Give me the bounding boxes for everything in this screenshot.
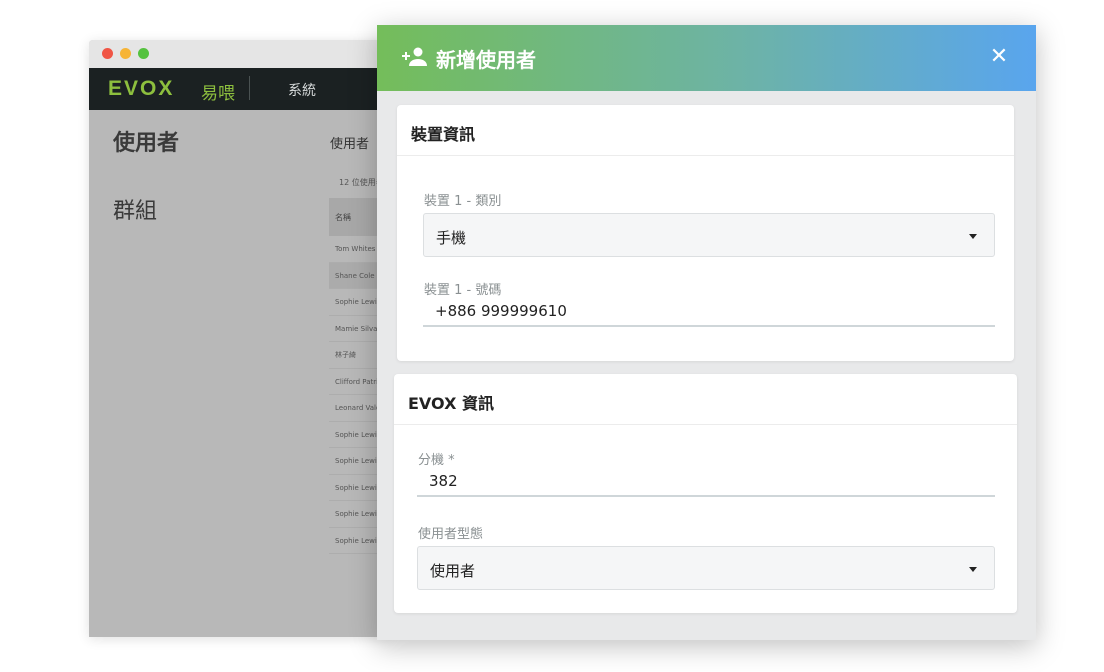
chevron-down-icon [969, 234, 977, 239]
nav-divider [249, 76, 250, 100]
maximize-window-button[interactable] [138, 48, 149, 59]
logo-subtitle: 易喂 [201, 84, 235, 104]
extension-field[interactable]: 382 [417, 471, 995, 497]
evox-info-card: EVOX 資訊 分機 * 382 使用者型態 使用者 [394, 374, 1017, 613]
dialog-title: 新增使用者 [436, 48, 536, 72]
minimize-window-button[interactable] [120, 48, 131, 59]
add-user-dialog: 新增使用者 ✕ 裝置資訊 裝置 1 - 類別 手機 裝置 1 - 號碼 +886… [377, 25, 1036, 640]
device-section-title: 裝置資訊 [411, 125, 476, 144]
chevron-down-icon [969, 567, 977, 572]
dialog-header: 新增使用者 ✕ [377, 25, 1036, 91]
evox-logo[interactable]: EVOX [108, 77, 174, 101]
user-type-value: 使用者 [430, 562, 476, 580]
window-titlebar [89, 40, 389, 68]
sidebar-item-users[interactable]: 使用者 [113, 125, 179, 157]
device-number-label: 裝置 1 - 號碼 [424, 283, 502, 298]
device-type-value: 手機 [436, 229, 467, 247]
evox-section-title: EVOX 資訊 [408, 394, 494, 413]
page-title: 使用者 [330, 137, 370, 152]
divider [394, 424, 1017, 425]
extension-value: 382 [429, 472, 458, 490]
add-user-icon [402, 47, 427, 66]
extension-label: 分機 * [418, 453, 455, 468]
device-number-value: +886 999999610 [435, 302, 567, 320]
device-info-card: 裝置資訊 裝置 1 - 類別 手機 裝置 1 - 號碼 +886 9999996… [397, 105, 1014, 361]
nav-item-system[interactable]: 系統 [288, 80, 316, 100]
app-body: 使用者 群組 使用者 12 位使用者 名稱 Tom Whites Shane C… [89, 110, 389, 637]
top-navbar: EVOX 易喂 系統 [89, 68, 389, 110]
stage: EVOX 易喂 系統 使用者 群組 使用者 12 位使用者 名稱 Tom Whi… [0, 0, 1104, 672]
device-type-label: 裝置 1 - 類別 [424, 194, 502, 209]
user-type-label: 使用者型態 [418, 527, 484, 542]
column-header-name[interactable]: 名稱 [335, 212, 351, 223]
close-icon[interactable]: ✕ [984, 42, 1014, 72]
sidebar-item-groups[interactable]: 群組 [113, 193, 157, 225]
close-window-button[interactable] [102, 48, 113, 59]
background-app-window: EVOX 易喂 系統 使用者 群組 使用者 12 位使用者 名稱 Tom Whi… [89, 40, 389, 637]
user-type-select[interactable]: 使用者 [417, 546, 995, 590]
device-number-field[interactable]: +886 999999610 [423, 301, 995, 327]
divider [397, 155, 1014, 156]
device-type-select[interactable]: 手機 [423, 213, 995, 257]
